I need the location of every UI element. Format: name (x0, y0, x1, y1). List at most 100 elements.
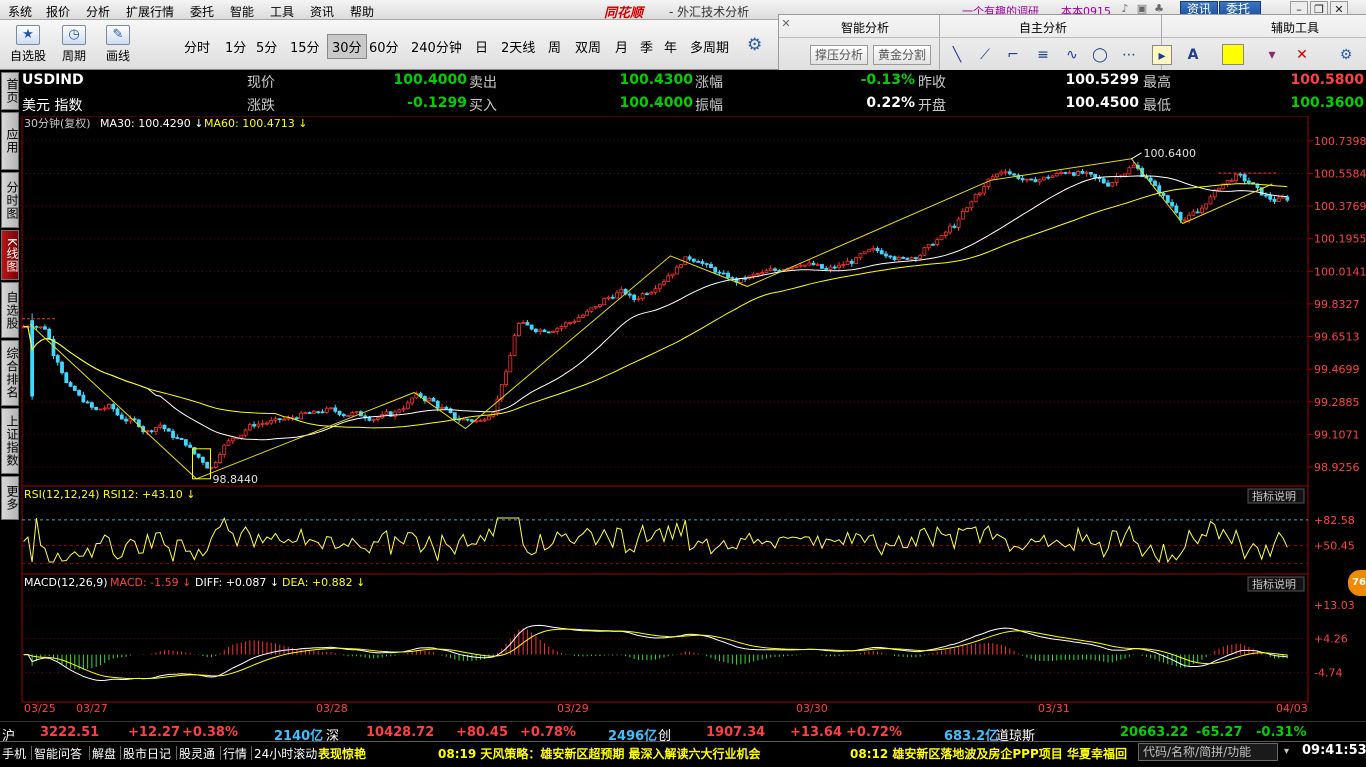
color-swatch[interactable] (1222, 44, 1244, 65)
kline-chart[interactable]: 30分钟(复权) MA30: 100.4290 ↓ MA60: 100.4713 ↓… (0, 116, 1366, 721)
self-analysis-title[interactable]: 自主分析 (1019, 19, 1067, 36)
status-link[interactable]: 智能问答 (34, 745, 82, 762)
status-link[interactable]: 手机 (2, 745, 26, 762)
period-tool-button[interactable]: ◷ 周期 (52, 25, 96, 64)
settings-gear-icon[interactable]: ⚙ (1336, 45, 1356, 65)
candle-body (978, 192, 982, 195)
quote-label: 昨收 (918, 75, 946, 91)
period-tab[interactable]: 多周期 (687, 36, 732, 57)
status-link[interactable]: 24小时滚动 (254, 745, 317, 762)
smart-analysis-button[interactable]: 黄金分割 (873, 45, 932, 65)
menu-item[interactable]: 委托 (190, 3, 214, 20)
pointer-tool-icon[interactable]: ▸ (1152, 45, 1172, 65)
period-tab[interactable]: 周 (545, 36, 564, 57)
candle-body (756, 273, 760, 276)
ray-tool-icon[interactable]: ⟋ (975, 45, 995, 65)
candle-body (1225, 180, 1230, 185)
period-tab[interactable]: 双周 (572, 36, 604, 57)
period-tab[interactable]: 60分 (366, 36, 402, 57)
candle-body (30, 320, 35, 397)
notification-badge[interactable]: 76 (1348, 570, 1366, 596)
candle-body (149, 430, 154, 433)
candle-body (1276, 197, 1281, 202)
candle-body (606, 296, 611, 299)
period-tab[interactable]: 1分 (222, 36, 249, 57)
candle-body (901, 256, 905, 259)
candle-body (1054, 173, 1059, 177)
draw-tool-button[interactable]: ✎ 画线 (96, 25, 140, 64)
index-ticker-item: 10428.72 (366, 725, 435, 740)
candle-body (918, 255, 923, 259)
y-tick-label: 99.1071 (1314, 428, 1360, 441)
news-ticker-1[interactable]: 表现惊艳 (318, 745, 366, 762)
favorites-tool-button[interactable]: ★ 自选股 (6, 25, 50, 64)
y-tick-label: 99.6513 (1314, 331, 1360, 344)
quote-label: 最高 (1143, 75, 1171, 91)
status-link[interactable]: 股灵通 (179, 745, 215, 762)
candle-body (1217, 187, 1221, 191)
candle-body (405, 402, 410, 410)
settings-gear-icon[interactable]: ⚙ (747, 35, 762, 55)
period-tab[interactable]: 30分 (327, 34, 367, 59)
candle-body (384, 411, 389, 415)
tool-label: 画线 (105, 49, 130, 63)
wave-tool-icon[interactable]: ∿ (1062, 45, 1082, 65)
code-search-input[interactable]: 代码/名称/简拼/功能 (1138, 743, 1278, 761)
period-tab[interactable]: 季 (637, 36, 656, 57)
candle-body (239, 434, 244, 439)
channel-tool-icon[interactable]: ≡ (1033, 45, 1053, 65)
candle-body (973, 193, 978, 203)
separator (120, 746, 121, 760)
period-tab[interactable]: 2天线 (498, 36, 538, 57)
candle-body (773, 268, 777, 271)
candle-body (213, 462, 218, 468)
delete-icon[interactable]: ✕ (1292, 45, 1312, 65)
status-bar: 手机 智能问答 解盘 股市日记 股灵通 行情 24小时滚动 表现惊艳 08:19 天风策略：… (0, 741, 1366, 767)
index-ticker-item: +0.72% (846, 725, 902, 740)
period-tab[interactable]: 日 (472, 36, 491, 57)
smart-analysis-title[interactable]: 智能分析 (841, 19, 889, 36)
line-tool-icon[interactable]: ╲ (947, 45, 967, 65)
candle-body (542, 329, 547, 333)
period-tab[interactable]: 240分钟 (408, 36, 465, 57)
menu-item[interactable]: 资讯 (310, 3, 334, 20)
period-tab[interactable]: 5分 (253, 36, 280, 57)
side-tab[interactable]: 首页 (1, 72, 19, 110)
news-ticker-3[interactable]: 08:12 雄安新区落地波及房企PPP项目 华夏幸福回 (850, 745, 1136, 762)
rect-tool-icon[interactable]: ⌐ (1003, 45, 1023, 65)
menu-item[interactable]: 分析 (86, 3, 110, 20)
period-tab[interactable]: 月 (612, 36, 631, 57)
main-panel-frame (21, 116, 1309, 487)
candle-body (247, 424, 252, 431)
panel-close-icon[interactable]: ✕ (779, 17, 793, 31)
menu-item[interactable]: 系统 (8, 3, 32, 20)
period-tab[interactable]: 分时 (181, 36, 213, 57)
dropdown-arrow-icon[interactable]: ▾ (1284, 746, 1289, 757)
quote-label: 卖出 (469, 75, 497, 91)
candle-body (1195, 211, 1200, 214)
aux-tools-title[interactable]: 辅助工具 (1271, 19, 1319, 36)
text-tool-icon[interactable]: A (1183, 45, 1203, 65)
status-link[interactable]: 解盘 (92, 745, 116, 762)
more-tools-icon[interactable]: ⋯ (1119, 45, 1139, 65)
status-link[interactable]: 行情 (223, 745, 247, 762)
candle-body (1029, 178, 1034, 181)
smart-analysis-button[interactable]: 撑压分析 (810, 45, 869, 65)
status-link[interactable]: 股市日记 (123, 745, 171, 762)
candle-body (794, 265, 799, 268)
candle-body (179, 438, 184, 440)
circle-tool-icon[interactable]: ◯ (1090, 45, 1110, 65)
news-ticker-2[interactable]: 08:19 天风策略：雄安新区超预期 最深入解读六大行业机会 (438, 745, 761, 762)
menu-item[interactable]: 扩展行情 (126, 3, 174, 20)
menu-item[interactable]: 报价 (46, 3, 70, 20)
candle-body (576, 317, 581, 322)
menu-item[interactable]: 智能 (230, 3, 254, 20)
period-icon: ◷ (62, 25, 86, 45)
candle-body (124, 418, 128, 422)
erase-icon[interactable]: ▾ (1262, 45, 1282, 65)
period-tab[interactable]: 年 (661, 36, 680, 57)
menu-item[interactable]: 帮助 (350, 3, 374, 20)
menu-item[interactable]: 工具 (270, 3, 294, 20)
period-tab[interactable]: 15分 (287, 36, 323, 57)
candle-body (555, 327, 560, 332)
